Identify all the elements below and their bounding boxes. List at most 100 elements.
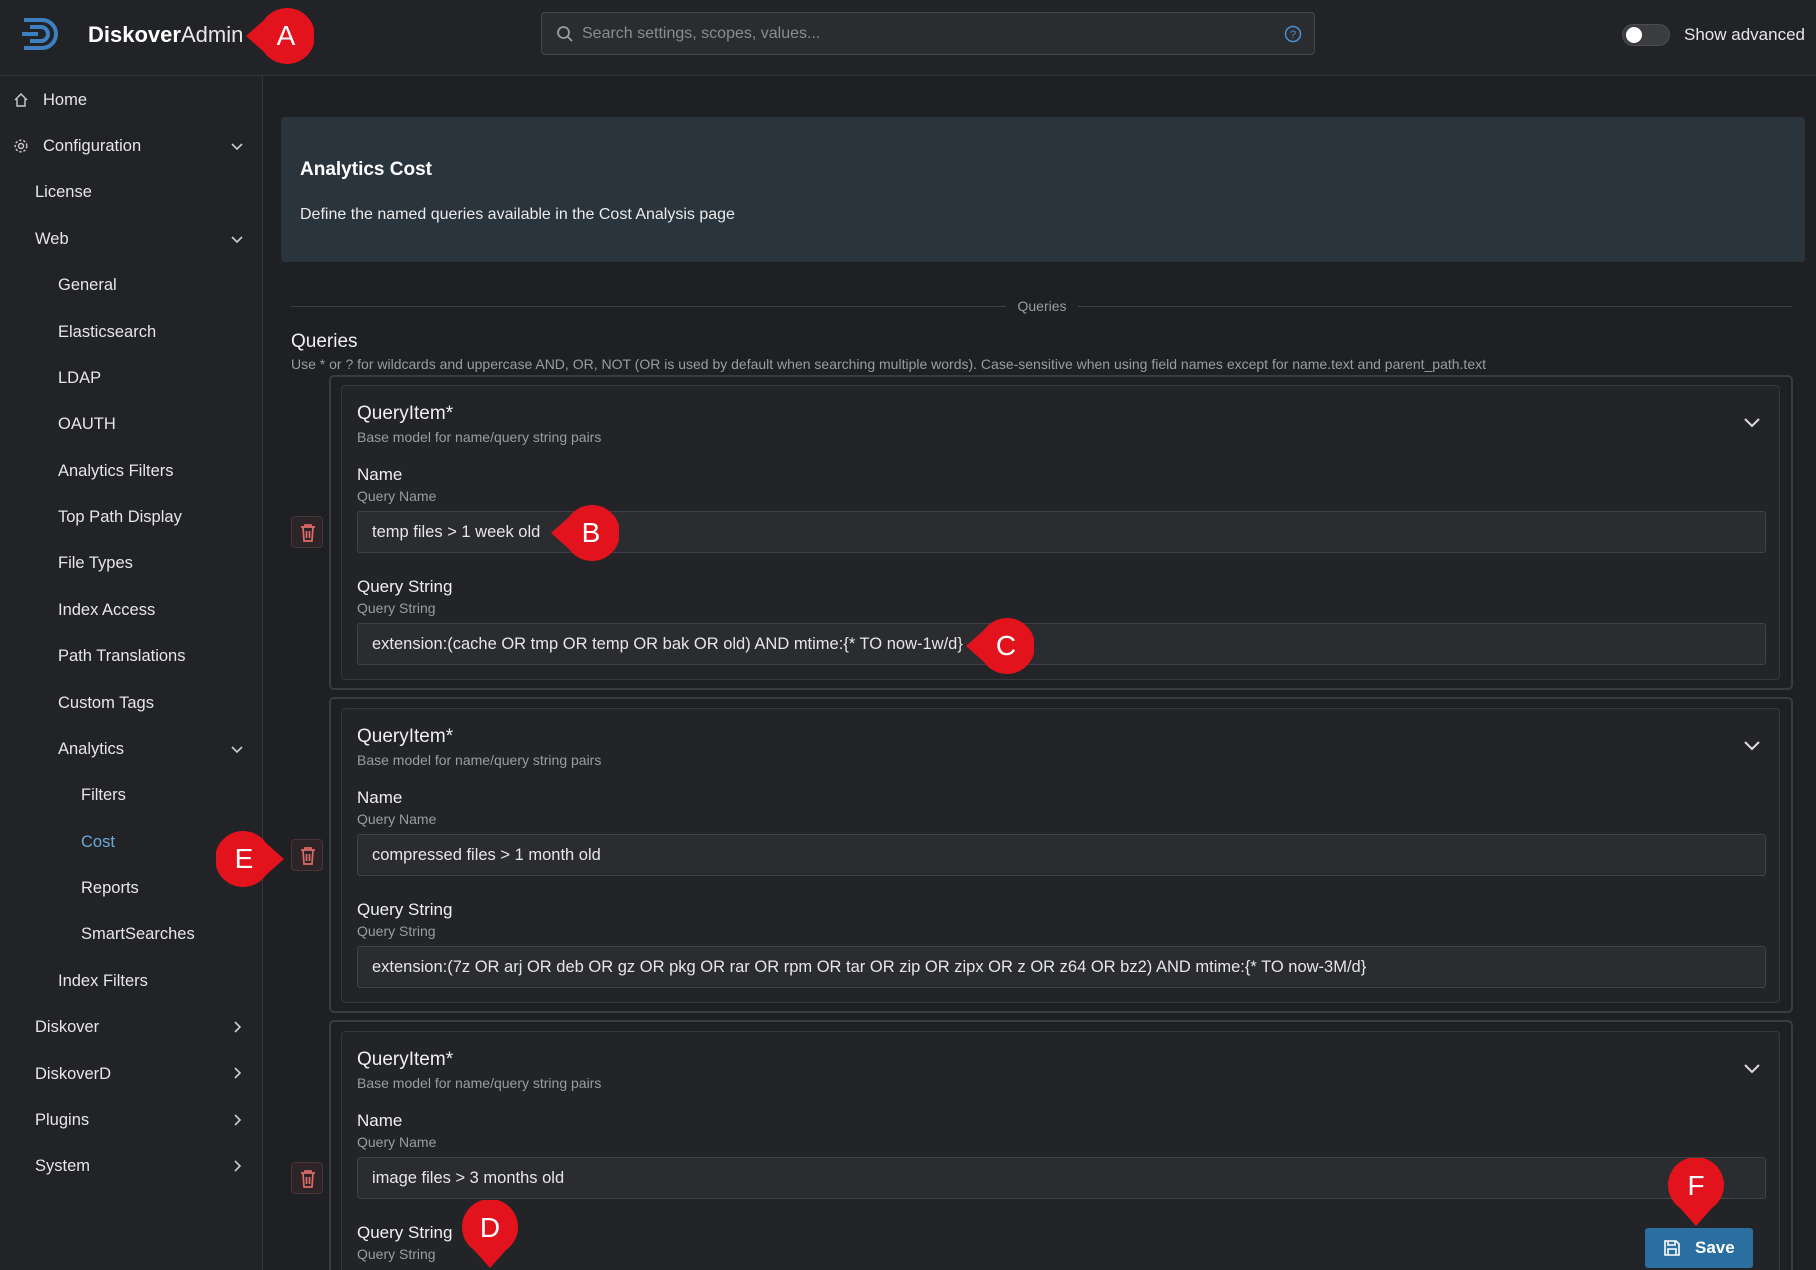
sidebar-item-label: System bbox=[35, 1156, 91, 1175]
name-sublabel: Query Name bbox=[357, 811, 437, 827]
card-subtitle: Base model for name/query string pairs bbox=[357, 1075, 602, 1091]
sidebar-item-ldap[interactable]: LDAP bbox=[58, 363, 101, 393]
section-title: Queries bbox=[291, 331, 358, 352]
name-sublabel: Query Name bbox=[357, 1134, 437, 1150]
sidebar-item-label: Top Path Display bbox=[58, 507, 182, 526]
card-title: QueryItem* bbox=[357, 1049, 454, 1070]
sidebar-item-diskoverd[interactable]: DiskoverD bbox=[35, 1059, 111, 1089]
sidebar-item-smartsearches[interactable]: SmartSearches bbox=[81, 919, 195, 949]
sidebar-item-path-translations[interactable]: Path Translations bbox=[58, 641, 186, 671]
sidebar-item-oauth[interactable]: OAUTH bbox=[58, 409, 116, 439]
sidebar-item-diskover[interactable]: Diskover bbox=[35, 1012, 99, 1042]
sidebar-item-label: Analytics Filters bbox=[58, 461, 174, 480]
query-string-sublabel: Query String bbox=[357, 1246, 436, 1262]
sidebar-item-label: SmartSearches bbox=[81, 924, 195, 943]
chevron-right-icon[interactable] bbox=[230, 1020, 244, 1034]
query-name-input[interactable] bbox=[357, 834, 1766, 876]
sidebar-item-license[interactable]: License bbox=[35, 177, 92, 207]
delete-query-button[interactable] bbox=[291, 1162, 323, 1194]
delete-query-button[interactable] bbox=[291, 839, 323, 871]
diskover-logo-icon[interactable] bbox=[20, 14, 72, 54]
sidebar-item-analytics[interactable]: Analytics bbox=[58, 734, 124, 764]
page-description: Define the named queries available in th… bbox=[300, 206, 735, 223]
sidebar-item-configuration[interactable]: Configuration bbox=[13, 131, 141, 161]
divider-line bbox=[291, 306, 1006, 307]
name-label: Name bbox=[357, 788, 403, 807]
sidebar-item-general[interactable]: General bbox=[58, 270, 117, 300]
query-string-sublabel: Query String bbox=[357, 600, 436, 616]
floppy-disk-icon bbox=[1664, 1240, 1680, 1256]
sidebar-item-label: General bbox=[58, 275, 117, 294]
annotation-marker-e: E bbox=[216, 831, 284, 887]
query-name-input[interactable] bbox=[357, 1157, 1766, 1199]
sidebar-item-file-types[interactable]: File Types bbox=[58, 548, 133, 578]
sidebar-item-label: OAUTH bbox=[58, 414, 116, 433]
page-title: Analytics Cost bbox=[300, 159, 432, 180]
sidebar-item-label: File Types bbox=[58, 553, 133, 572]
sidebar-item-filters[interactable]: Filters bbox=[81, 780, 126, 810]
save-label: Save bbox=[1695, 1238, 1735, 1257]
divider-label: Queries bbox=[1017, 298, 1067, 314]
sidebar-item-index-access[interactable]: Index Access bbox=[58, 595, 155, 625]
chevron-down-icon[interactable] bbox=[230, 139, 244, 153]
sidebar-item-top-path-display[interactable]: Top Path Display bbox=[58, 502, 182, 532]
chevron-down-icon[interactable] bbox=[230, 742, 244, 756]
toggle-knob bbox=[1626, 27, 1642, 43]
sidebar bbox=[0, 76, 263, 1270]
chevron-right-icon[interactable] bbox=[230, 1159, 244, 1173]
sidebar-item-label: LDAP bbox=[58, 368, 102, 387]
annotation-marker-c: C bbox=[966, 618, 1034, 674]
annotation-marker-d: D bbox=[462, 1200, 518, 1268]
home-icon bbox=[14, 93, 28, 107]
chevron-right-icon[interactable] bbox=[230, 1066, 244, 1080]
query-string-label: Query String bbox=[357, 1223, 453, 1242]
name-label: Name bbox=[357, 465, 403, 484]
trash-icon bbox=[301, 1170, 315, 1188]
query-string-input[interactable] bbox=[357, 623, 1766, 665]
sidebar-item-home[interactable]: Home bbox=[13, 85, 87, 115]
query-string-label: Query String bbox=[357, 900, 453, 919]
app-title: DiskoverAdmin bbox=[88, 22, 244, 47]
sidebar-item-label: DiskoverD bbox=[35, 1064, 112, 1083]
sidebar-item-index-filters[interactable]: Index Filters bbox=[58, 966, 148, 996]
sidebar-item-analytics-filters[interactable]: Analytics Filters bbox=[58, 456, 174, 486]
save-button[interactable]: Save bbox=[1645, 1228, 1753, 1268]
chevron-down-icon[interactable] bbox=[1742, 735, 1762, 755]
sidebar-item-plugins[interactable]: Plugins bbox=[35, 1105, 89, 1135]
sidebar-item-label: Web bbox=[35, 229, 69, 248]
sidebar-item-label: Diskover bbox=[35, 1017, 100, 1036]
sidebar-item-system[interactable]: System bbox=[35, 1151, 90, 1181]
sidebar-item-reports[interactable]: Reports bbox=[81, 873, 139, 903]
gear-icon bbox=[14, 139, 28, 153]
chevron-right-icon[interactable] bbox=[230, 1113, 244, 1127]
sidebar-item-label: Index Access bbox=[58, 600, 156, 619]
sidebar-item-label: Elasticsearch bbox=[58, 322, 157, 341]
chevron-down-icon[interactable] bbox=[230, 232, 244, 246]
chevron-down-icon[interactable] bbox=[1742, 412, 1762, 432]
search-input[interactable] bbox=[582, 13, 1262, 54]
sidebar-item-cost[interactable]: Cost bbox=[81, 827, 115, 857]
annotation-marker-b: B bbox=[551, 505, 619, 561]
annotation-marker-a: A bbox=[246, 8, 314, 64]
chevron-down-icon[interactable] bbox=[1742, 1058, 1762, 1078]
sidebar-item-label: Analytics bbox=[58, 739, 125, 758]
search-icon bbox=[557, 26, 573, 42]
svg-text:?: ? bbox=[1290, 29, 1296, 41]
sidebar-item-label: Filters bbox=[81, 785, 126, 804]
search-box[interactable]: ? bbox=[541, 12, 1315, 55]
delete-query-button[interactable] bbox=[291, 516, 323, 548]
query-string-sublabel: Query String bbox=[357, 923, 436, 939]
card-subtitle: Base model for name/query string pairs bbox=[357, 752, 602, 768]
query-item-card: QueryItem* Base model for name/query str… bbox=[341, 708, 1780, 1003]
card-title: QueryItem* bbox=[357, 403, 454, 424]
sidebar-item-elasticsearch[interactable]: Elasticsearch bbox=[58, 317, 156, 347]
sidebar-item-web[interactable]: Web bbox=[35, 224, 69, 254]
sidebar-item-custom-tags[interactable]: Custom Tags bbox=[58, 688, 154, 718]
sidebar-item-label: Index Filters bbox=[58, 971, 148, 990]
query-string-input[interactable] bbox=[357, 946, 1766, 988]
sidebar-item-label: Custom Tags bbox=[58, 693, 154, 712]
show-advanced-toggle[interactable] bbox=[1622, 24, 1670, 46]
trash-icon bbox=[301, 524, 315, 542]
section-help-text: Use * or ? for wildcards and uppercase A… bbox=[291, 356, 1486, 372]
help-icon[interactable]: ? bbox=[1284, 25, 1302, 43]
